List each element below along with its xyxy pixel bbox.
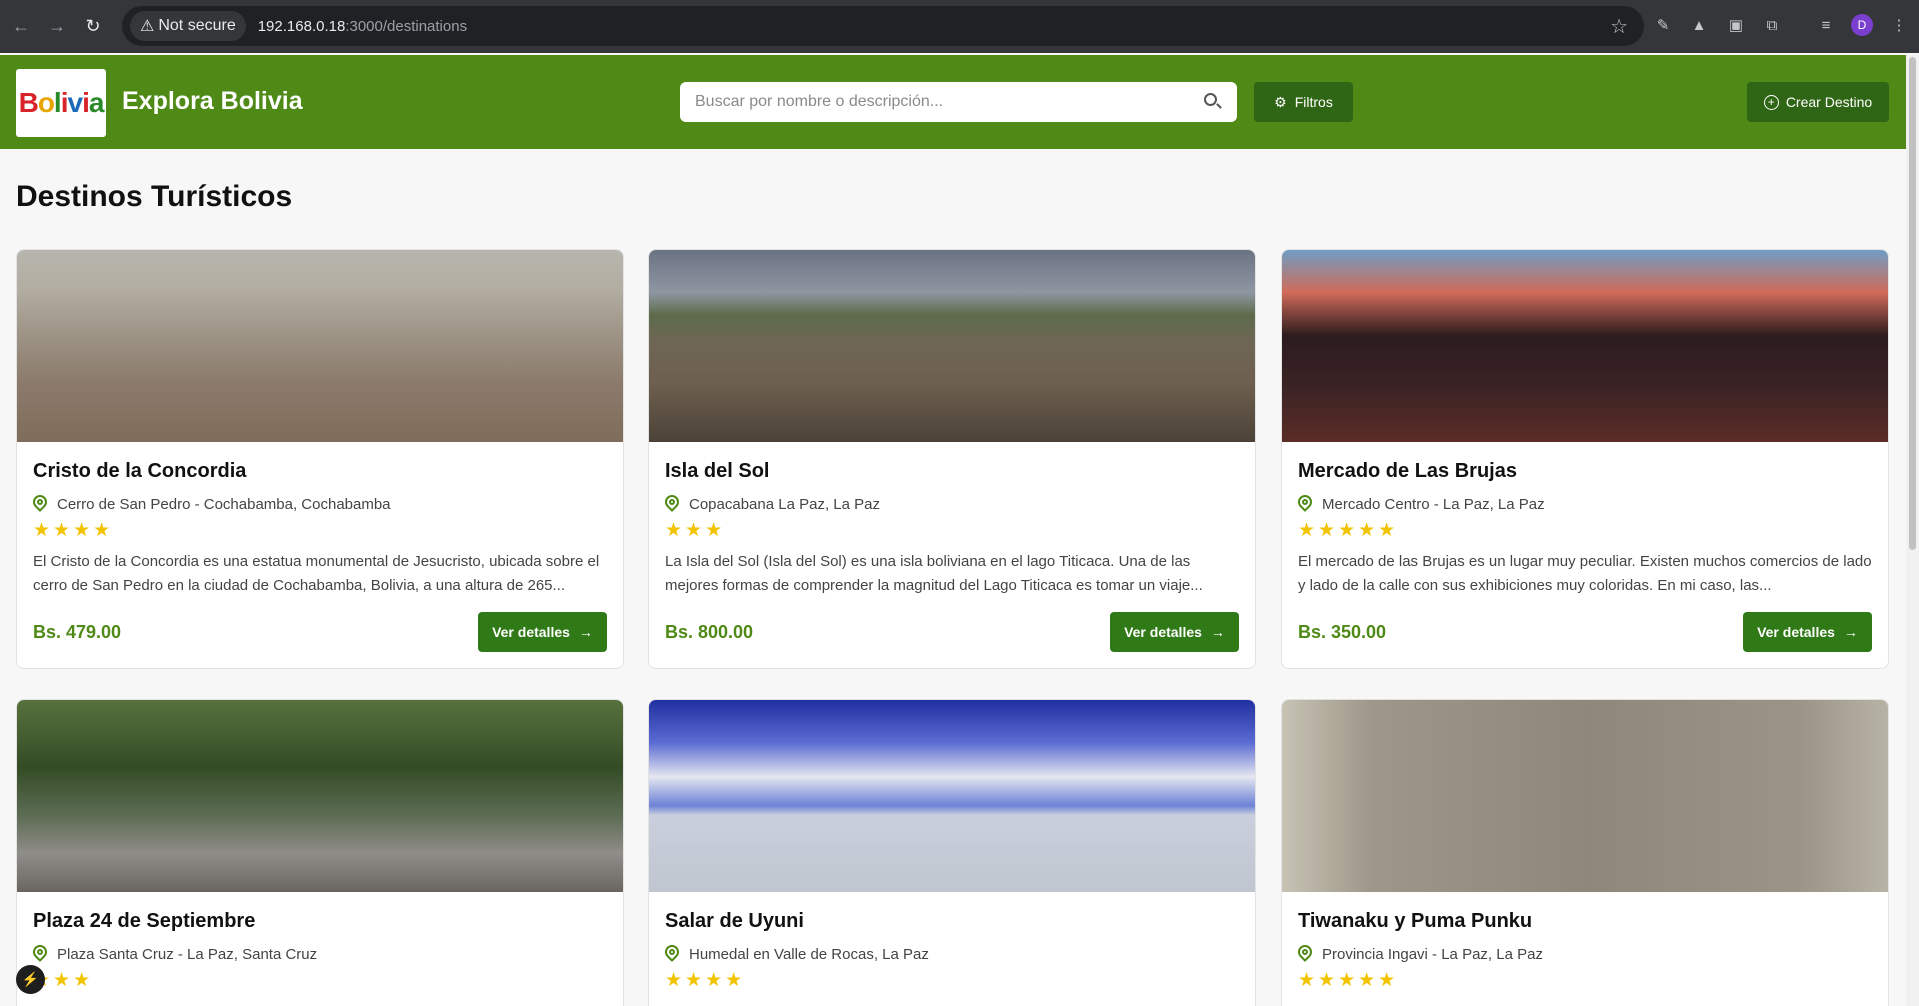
destination-location: Mercado Centro - La Paz, La Paz	[1295, 492, 1872, 513]
rating-stars: ★★★★★	[1298, 970, 1399, 991]
map-pin-icon	[1295, 942, 1315, 963]
arrow-right-icon: →	[1843, 624, 1858, 640]
map-pin-icon	[30, 942, 50, 963]
url-host: 192.168.0.18	[257, 17, 346, 35]
extension-hat-icon[interactable]: ▲	[1688, 14, 1710, 36]
destination-price: Bs. 479.00	[33, 621, 122, 642]
view-details-button[interactable]: Ver detalles →	[1110, 612, 1239, 652]
location-text: Humedal en Valle de Rocas, La Paz	[689, 945, 929, 963]
view-details-button[interactable]: Ver detalles →	[478, 612, 607, 652]
rating-stars: ★★★★	[33, 520, 114, 541]
extensions-puzzle-icon[interactable]: ⧉	[1761, 14, 1783, 36]
browser-menu-icon[interactable]: ⋮	[1888, 14, 1910, 36]
plus-circle-icon: +	[1763, 94, 1779, 110]
location-text: Provincia Ingavi - La Paz, La Paz	[1322, 945, 1543, 963]
reload-icon[interactable]: ↻	[78, 12, 108, 42]
destination-card: Salar de Uyuni Humedal en Valle de Rocas…	[648, 699, 1256, 1006]
site-title[interactable]: Explora Bolivia	[122, 87, 303, 116]
map-pin-icon	[1295, 492, 1315, 513]
destination-image[interactable]	[649, 700, 1255, 892]
destination-location: Humedal en Valle de Rocas, La Paz	[662, 942, 1239, 963]
location-text: Mercado Centro - La Paz, La Paz	[1322, 495, 1545, 513]
location-text: Copacabana La Paz, La Paz	[689, 495, 880, 513]
warning-icon: ⚠	[140, 18, 155, 35]
scrollbar-thumb[interactable]	[1909, 57, 1916, 550]
search-icon[interactable]	[1202, 92, 1222, 112]
destination-card: Mercado de Las Brujas Mercado Centro - L…	[1281, 249, 1889, 669]
arrow-right-icon: →	[578, 624, 593, 640]
destination-title: Isla del Sol	[665, 460, 770, 482]
create-destination-button[interactable]: + Crear Destino	[1747, 82, 1889, 122]
destination-image[interactable]	[1282, 250, 1888, 442]
search-box[interactable]	[680, 82, 1237, 122]
site-header: Bolivia Explora Bolivia ⚙ Filtros + Crea…	[0, 55, 1906, 149]
back-icon[interactable]: ←	[6, 12, 36, 42]
url-path: :3000/destinations	[345, 17, 468, 35]
destination-title: Tiwanaku y Puma Punku	[1298, 910, 1533, 932]
security-chip[interactable]: ⚠ Not secure	[130, 11, 246, 41]
profile-avatar[interactable]: D	[1851, 14, 1873, 36]
details-label: Ver detalles	[1124, 624, 1202, 640]
map-pin-icon	[662, 942, 682, 963]
destination-image[interactable]	[1282, 700, 1888, 892]
destination-card: Plaza 24 de Septiembre Plaza Santa Cruz …	[16, 699, 624, 1006]
location-text: Cerro de San Pedro - Cochabamba, Cochaba…	[57, 495, 391, 513]
bookmark-star-icon[interactable]: ☆	[1610, 14, 1628, 39]
rating-stars: ★★★★	[665, 970, 746, 991]
page-title: Destinos Turísticos	[16, 180, 293, 213]
sliders-icon: ⚙	[1274, 93, 1287, 110]
security-label: Not secure	[158, 17, 236, 34]
destination-card: Cristo de la Concordia Cerro de San Pedr…	[16, 249, 624, 669]
bolivia-logo[interactable]: Bolivia	[16, 69, 106, 137]
browser-toolbar: ← → ↻ ⚠ Not secure 192.168.0.18:3000/des…	[0, 0, 1919, 53]
extension-pen-icon[interactable]: ✎	[1652, 14, 1674, 36]
arrow-right-icon: →	[1210, 624, 1225, 640]
filters-label: Filtros	[1294, 94, 1333, 110]
location-text: Plaza Santa Cruz - La Paz, Santa Cruz	[57, 945, 318, 963]
destination-location: Cerro de San Pedro - Cochabamba, Cochaba…	[30, 492, 607, 513]
extension-window-icon[interactable]: ▣	[1725, 14, 1747, 36]
destination-description: La Isla del Sol (Isla del Sol) es una is…	[665, 553, 1203, 594]
details-label: Ver detalles	[492, 624, 570, 640]
destination-title: Mercado de Las Brujas	[1298, 460, 1517, 482]
destination-image[interactable]	[649, 250, 1255, 442]
destination-location: Provincia Ingavi - La Paz, La Paz	[1295, 942, 1872, 963]
destination-card: Isla del Sol Copacabana La Paz, La Paz ★…	[648, 249, 1256, 669]
destination-title: Plaza 24 de Septiembre	[33, 910, 256, 932]
lightning-bolt-icon[interactable]: ⚡	[16, 965, 45, 994]
destination-card: Tiwanaku y Puma Punku Provincia Ingavi -…	[1281, 699, 1889, 1006]
destination-price: Bs. 800.00	[665, 621, 754, 642]
destination-price: Bs. 350.00	[1298, 621, 1387, 642]
map-pin-icon	[662, 492, 682, 513]
details-label: Ver detalles	[1757, 624, 1835, 640]
rating-stars: ★★★	[33, 970, 94, 991]
destination-location: Plaza Santa Cruz - La Paz, Santa Cruz	[30, 942, 607, 963]
address-bar[interactable]: ⚠ Not secure 192.168.0.18:3000/destinati…	[122, 6, 1644, 46]
destination-description: El Cristo de la Concordia es una estatua…	[33, 553, 600, 594]
map-pin-icon	[30, 492, 50, 513]
view-details-button[interactable]: Ver detalles →	[1743, 612, 1872, 652]
destination-description: El mercado de las Brujas es un lugar muy…	[1298, 553, 1872, 594]
page-scrollbar[interactable]	[1906, 55, 1919, 1006]
filters-button[interactable]: ⚙ Filtros	[1254, 82, 1353, 122]
url-text[interactable]: 192.168.0.18:3000/destinations	[258, 18, 467, 35]
destination-image[interactable]	[17, 700, 623, 892]
destination-title: Cristo de la Concordia	[33, 460, 247, 482]
destination-image[interactable]	[17, 250, 623, 442]
rating-stars: ★★★	[665, 520, 726, 541]
destination-location: Copacabana La Paz, La Paz	[662, 492, 1239, 513]
reading-list-icon[interactable]: ≡	[1815, 14, 1837, 36]
search-input[interactable]	[695, 93, 1202, 111]
forward-icon[interactable]: →	[42, 12, 72, 42]
create-label: Crear Destino	[1785, 94, 1873, 110]
destination-title: Salar de Uyuni	[665, 910, 804, 932]
rating-stars: ★★★★★	[1298, 520, 1399, 541]
